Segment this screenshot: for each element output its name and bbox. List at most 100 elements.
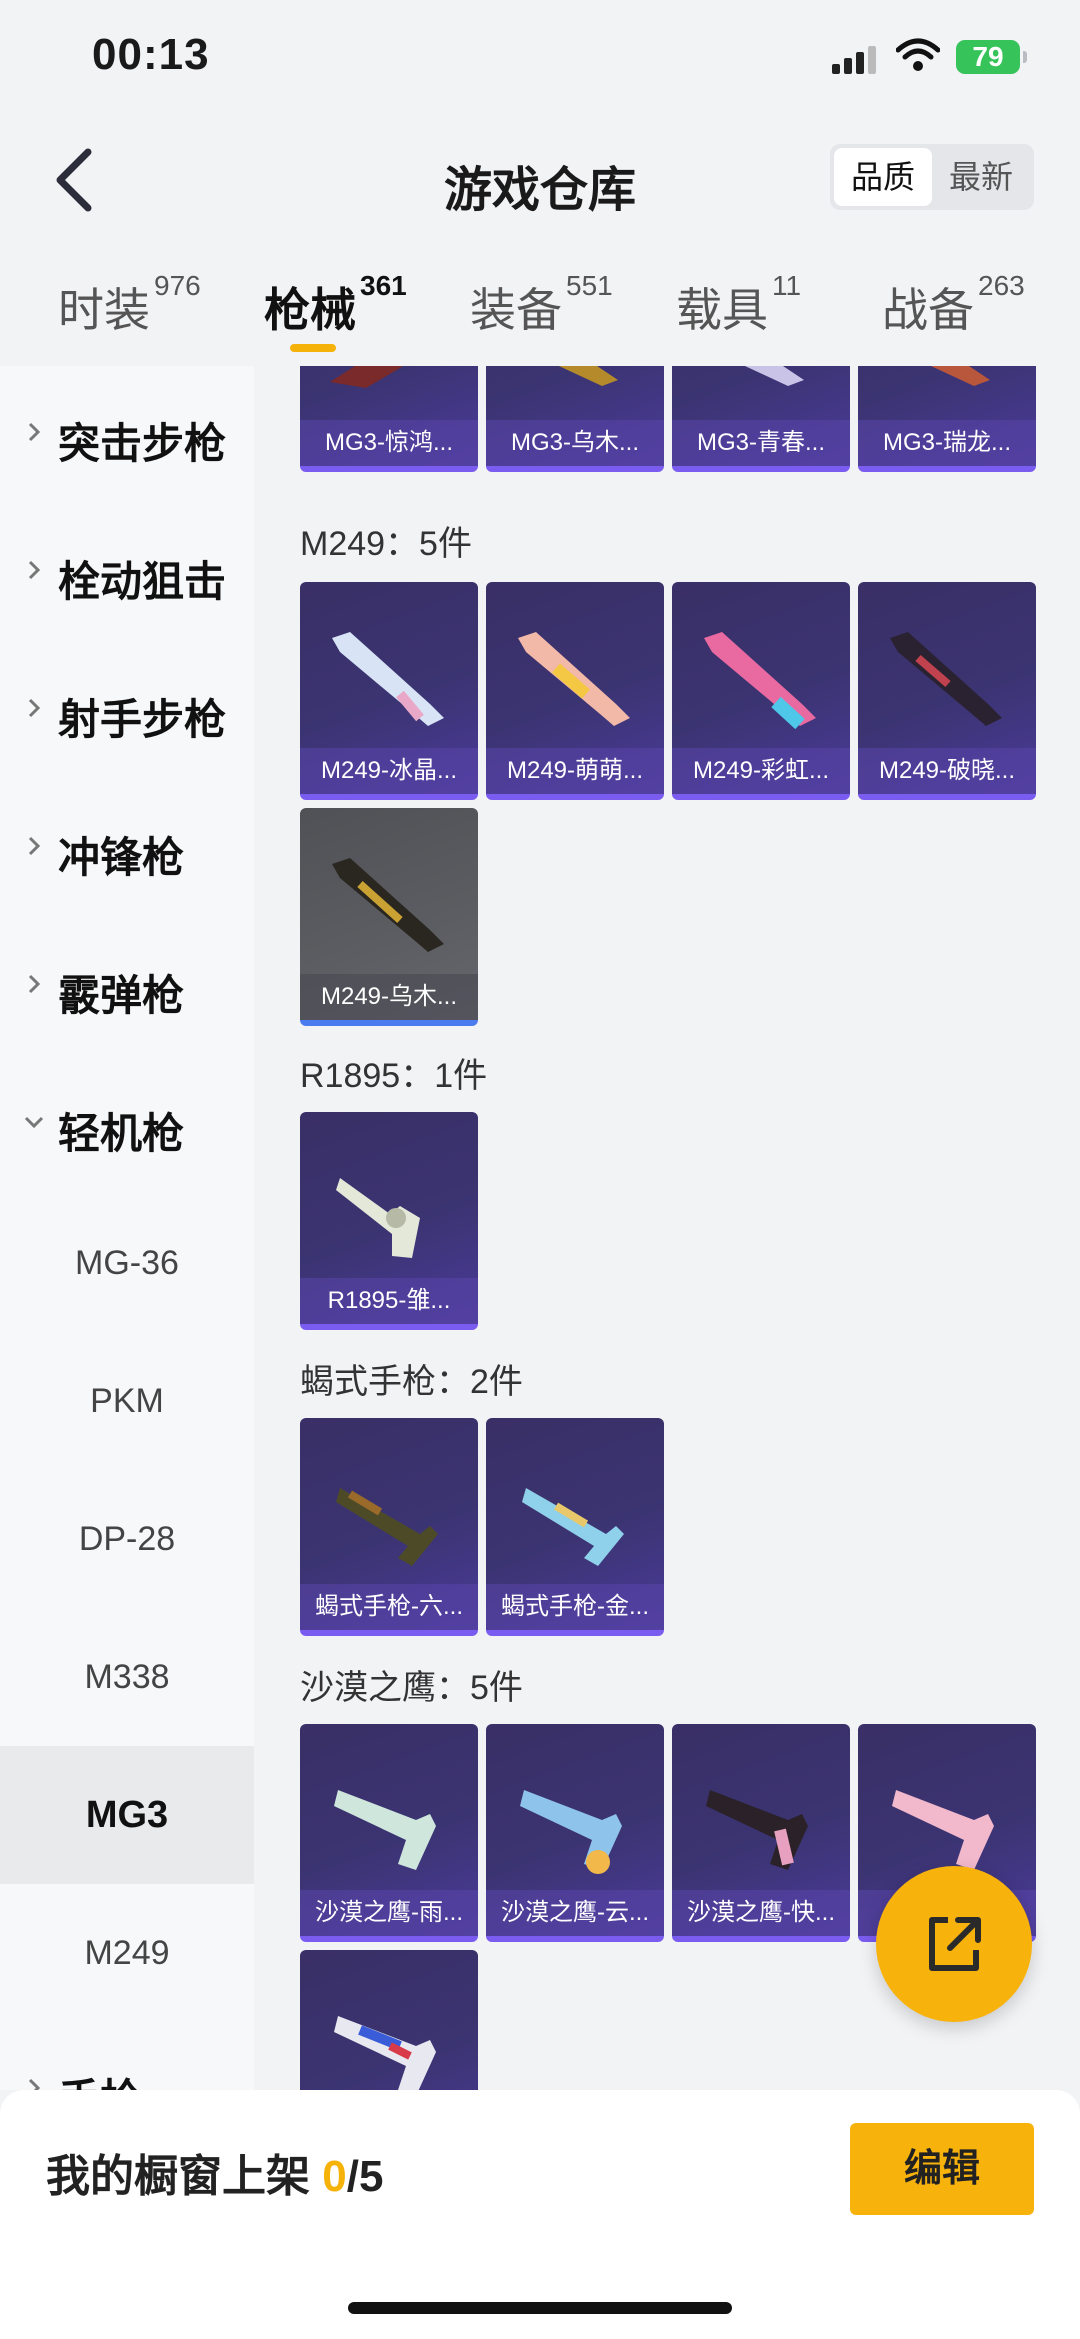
- gun-icon: [334, 1790, 436, 1870]
- edit-button[interactable]: 编辑: [850, 2123, 1034, 2215]
- chevron-right-icon: [28, 836, 41, 856]
- weapon-card[interactable]: M249-冰晶...: [300, 582, 478, 800]
- gun-icon: [520, 1790, 622, 1874]
- weapon-card[interactable]: M249-乌木...: [300, 808, 478, 1026]
- weapon-card[interactable]: 沙漠之鹰-云...: [486, 1724, 664, 1942]
- gun-icon: [518, 632, 630, 726]
- status-bar: 00:13 79: [0, 0, 1080, 120]
- gun-icon: [336, 1178, 420, 1258]
- gun-icon: [704, 632, 816, 730]
- section-title: 沙漠之鹰：5件: [300, 1669, 523, 1707]
- sidebar-item-label: 栓动狙击: [58, 558, 227, 605]
- section-title: M249：5件: [300, 525, 472, 563]
- showcase-label: 我的橱窗上架: [46, 2152, 310, 2201]
- gun-icon: [706, 1790, 808, 1870]
- gun-icon: [890, 632, 1002, 726]
- header: 游戏仓库 品质 最新: [0, 120, 1080, 240]
- sidebar-item-label: 射手步枪: [58, 696, 227, 743]
- tab-vehicles[interactable]: 载具 11: [676, 270, 801, 340]
- weapon-name: M249-乌木...: [300, 974, 478, 1020]
- weapon-card[interactable]: MG3-瑞龙...: [858, 366, 1036, 472]
- sidebar-item-shotgun[interactable]: 霰弹枪: [0, 918, 254, 1056]
- weapon-card[interactable]: 沙漠之鹰-雨...: [300, 1724, 478, 1942]
- tab-label: 载具: [676, 284, 768, 336]
- category-tabs: 时装 976 枪械 361 装备 551 载具 11 战备 263: [0, 240, 1080, 366]
- weapon-name: 沙漠之鹰-雨...: [300, 1890, 478, 1936]
- chevron-right-icon: [28, 422, 41, 442]
- weapon-type-sidebar: 突击步枪 栓动狙击 射手步枪 冲锋枪 霰弹枪 轻机枪 MG-36 PKM DP-…: [0, 366, 254, 2090]
- sidebar-item-lmg[interactable]: 轻机枪: [0, 1056, 254, 1194]
- sidebar-item-pistol[interactable]: 手枪: [0, 2022, 254, 2090]
- weapon-name: MG3-惊鸿...: [300, 420, 478, 466]
- gun-icon: [332, 858, 444, 952]
- tab-count: 11: [772, 270, 802, 301]
- gun-icon: [332, 632, 444, 726]
- sidebar-item-smg[interactable]: 冲锋枪: [0, 780, 254, 918]
- weapon-name: 沙漠之鹰-云...: [486, 1890, 664, 1936]
- sidebar-subitem-pkm[interactable]: PKM: [0, 1332, 254, 1470]
- weapon-name: M249-彩虹...: [672, 748, 850, 794]
- tab-count: 551: [566, 270, 613, 301]
- showcase-count: 0: [322, 2152, 347, 2201]
- tab-count: 361: [360, 270, 407, 301]
- chevron-right-icon: [28, 698, 41, 718]
- sidebar-item-label: 突击步枪: [58, 420, 227, 467]
- sidebar-item-assault-rifle[interactable]: 突击步枪: [0, 366, 254, 504]
- weapon-name: MG3-乌木...: [486, 420, 664, 466]
- weapon-name: M249-破晓...: [858, 748, 1036, 794]
- weapon-card[interactable]: MG3-乌木...: [486, 366, 664, 472]
- sidebar-subitem-dp28[interactable]: DP-28: [0, 1470, 254, 1608]
- tab-label: 时装: [58, 284, 150, 336]
- sidebar-item-label: 霰弹枪: [58, 972, 185, 1019]
- sidebar-subitem-m249[interactable]: M249: [0, 1884, 254, 2022]
- tab-count: 263: [978, 270, 1025, 301]
- weapon-name: 蝎式手枪-六...: [300, 1584, 478, 1630]
- weapon-card[interactable]: MG3-青春...: [672, 366, 850, 472]
- sidebar-item-label: 手枪: [58, 2066, 142, 2090]
- sort-quality-button[interactable]: 品质: [834, 148, 932, 206]
- sidebar-item-label: 轻机枪: [58, 1110, 185, 1157]
- weapon-card[interactable]: M249-破晓...: [858, 582, 1036, 800]
- weapon-card[interactable]: 沙漠之鹰-快...: [672, 1724, 850, 1942]
- weapon-name: 沙漠之鹰-快...: [672, 1890, 850, 1936]
- tab-supplies[interactable]: 战备 263: [882, 270, 1025, 340]
- weapon-card[interactable]: 蝎式手枪-金...: [486, 1418, 664, 1636]
- tab-firearms[interactable]: 枪械 361: [264, 270, 407, 352]
- showcase-status: 我的橱窗上架 0/5: [46, 2140, 383, 2204]
- sidebar-subitem-mg3[interactable]: MG3: [0, 1746, 254, 1884]
- section-title: 蝎式手枪：2件: [300, 1363, 523, 1401]
- weapon-name: R1895-雏...: [300, 1278, 478, 1324]
- sidebar-item-marksman-rifle[interactable]: 射手步枪: [0, 642, 254, 780]
- weapon-card[interactable]: M249-萌萌...: [486, 582, 664, 800]
- showcase-total: /5: [346, 2152, 384, 2201]
- weapon-card[interactable]: R1895-雏...: [300, 1112, 478, 1330]
- sidebar-subitem-mg36[interactable]: MG-36: [0, 1194, 254, 1332]
- tab-fashion[interactable]: 时装 976: [58, 270, 201, 340]
- tab-count: 976: [154, 270, 201, 301]
- weapon-name: M249-萌萌...: [486, 748, 664, 794]
- tab-equipment[interactable]: 装备 551: [470, 270, 613, 340]
- gun-icon: [336, 1488, 438, 1566]
- sort-latest-button[interactable]: 最新: [932, 148, 1030, 206]
- share-button[interactable]: [876, 1866, 1032, 2022]
- section-title: R1895：1件: [300, 1057, 488, 1095]
- chevron-right-icon: [28, 974, 41, 994]
- sidebar-item-bolt-sniper[interactable]: 栓动狙击: [0, 504, 254, 642]
- gun-icon: [522, 1488, 624, 1566]
- weapon-grid: MG3-惊鸿... MG3-乌木... MG3-青春... MG3-瑞龙... …: [254, 366, 1080, 2090]
- chevron-right-icon: [28, 2078, 41, 2090]
- tab-label: 枪械: [264, 284, 356, 336]
- chevron-down-icon: [24, 1116, 44, 1129]
- tab-active-indicator: [290, 344, 336, 352]
- signal-icon: [832, 44, 880, 74]
- weapon-card[interactable]: 蝎式手枪-六...: [300, 1418, 478, 1636]
- wifi-icon: [896, 38, 940, 71]
- gun-icon: [892, 1790, 994, 1870]
- share-icon: [929, 1917, 981, 1971]
- weapon-card[interactable]: M249-彩虹...: [672, 582, 850, 800]
- weapon-card[interactable]: MG3-惊鸿...: [300, 366, 478, 472]
- weapon-card[interactable]: [300, 1950, 478, 2090]
- sidebar-subitem-m338[interactable]: M338: [0, 1608, 254, 1746]
- sort-toggle: 品质 最新: [830, 144, 1034, 210]
- tab-label: 装备: [470, 284, 562, 336]
